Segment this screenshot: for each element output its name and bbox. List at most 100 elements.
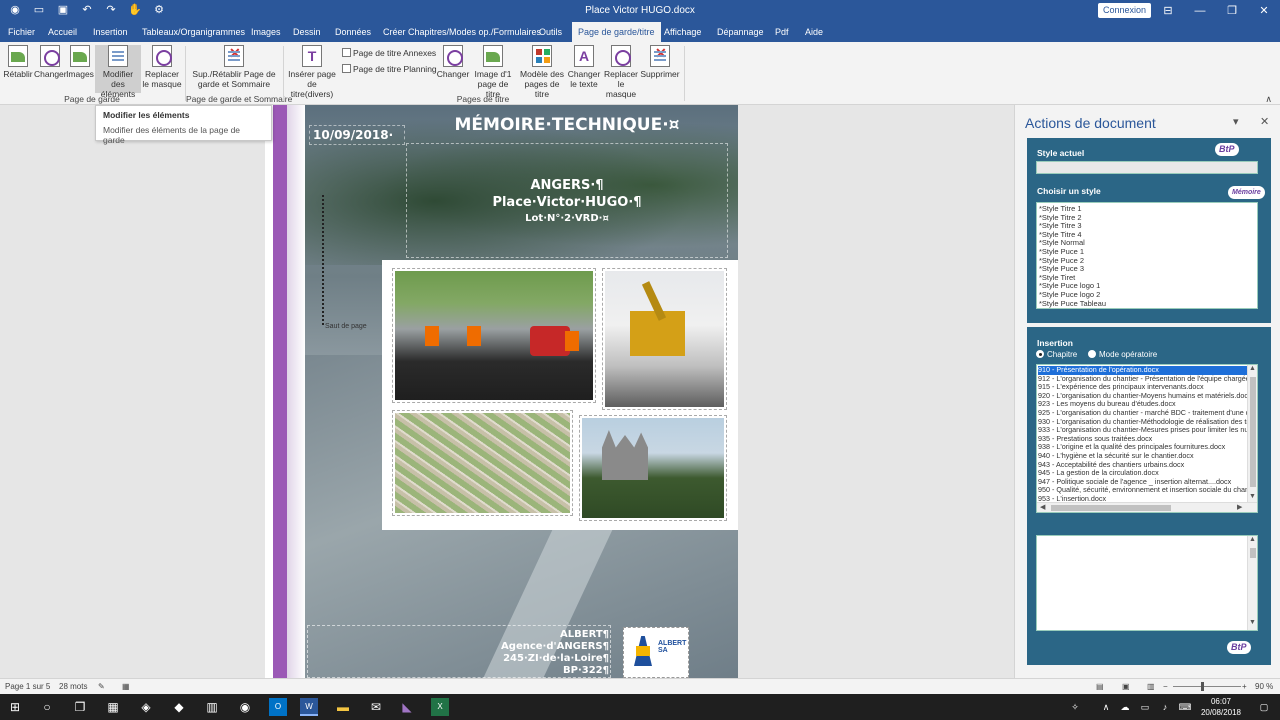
page-titre-planning-button[interactable]: Page de titre Planning [342,64,437,74]
company-address[interactable]: ALBERT¶ Agence·d'ANGERS¶ 245·ZI·de·la·Lo… [307,629,611,677]
macro-icon[interactable]: ▦ [122,682,130,691]
chapter-list-item[interactable]: 935 - Prestations sous traitées.docx [1038,435,1247,444]
style-list[interactable]: *Style Titre 1 *Style Titre 2 *Style Titre… [1036,202,1258,309]
scroll-left-icon[interactable]: ◀ [1040,503,1045,511]
chapter-list-item[interactable]: 930 - L'organisation du chantier-Méthodo… [1038,418,1247,427]
radio-mode-operatoire[interactable]: Mode opératoire [1088,350,1157,359]
collapse-ribbon-icon[interactable]: ∧ [1265,94,1272,105]
chapter-list-item[interactable]: 940 - L'hygiène et la sécurité sur le ch… [1038,452,1247,461]
tab-accueil[interactable]: Accueil [42,22,83,42]
cover-city-block[interactable]: ANGERS·¶ Place·Victor·HUGO·¶ [406,177,728,211]
cover-page[interactable]: 10/09/2018· MÉMOIRE·TECHNIQUE·¤ ANGERS·¶… [265,105,738,678]
images-button[interactable]: Images [66,45,94,79]
tab-depannage[interactable]: Dépannage [711,22,770,42]
chapter-list-item[interactable]: 947 - Politique sociale de l'agence _ in… [1038,478,1247,487]
zoom-level[interactable]: 90 % [1255,682,1273,691]
tab-pdf[interactable]: Pdf [769,22,795,42]
image-page-titre-button[interactable]: Image d'1 page de titre [472,45,514,99]
chapter-list-item[interactable]: 943 - Acceptabilité des chantiers urbain… [1038,461,1247,470]
preview-textarea[interactable]: ▲ ▼ [1036,535,1258,631]
zoom-handle[interactable] [1201,682,1204,691]
photo-excavator[interactable] [602,268,727,410]
chapter-list-item[interactable]: 915 - L'expérience des principaux interv… [1038,383,1247,392]
read-mode-icon[interactable]: ▤ [1096,682,1104,691]
keyboard-icon[interactable]: ⌨ [1176,698,1194,716]
pane-close-icon[interactable]: ✕ [1260,115,1269,128]
print-layout-icon[interactable]: ▣ [1122,682,1130,691]
zoom-in-icon[interactable]: + [1242,682,1247,691]
document-area[interactable]: 10/09/2018· MÉMOIRE·TECHNIQUE·¤ ANGERS·¶… [0,105,1014,678]
chapter-list[interactable]: 910 - Présentation de l'opération.docx 91… [1036,364,1258,513]
page-titre-annexes-button[interactable]: Page de titre Annexes [342,48,436,58]
ribbon-options-icon[interactable]: ⊟ [1152,0,1184,22]
tab-dessin[interactable]: Dessin [287,22,327,42]
system-clock[interactable]: 06:07 20/08/2018 [1196,696,1246,718]
chapter-list-item[interactable]: 938 - L'origine et la qualité des princi… [1038,443,1247,452]
outlook-icon[interactable]: O [269,698,287,716]
chapter-list-item[interactable]: 912 - L'organisation du chantier - Prése… [1038,375,1247,384]
zoom-out-icon[interactable]: − [1163,682,1168,691]
tab-creer-chapitres[interactable]: Créer Chapitres/Modes op./Formulaires [377,22,547,42]
excel-icon[interactable]: X [431,698,449,716]
modifier-elements-button[interactable]: Modifier des éléments [95,45,141,99]
supprimer-button[interactable]: Supprimer [640,45,680,79]
word-count[interactable]: 28 mots [59,682,87,691]
chevron-up-icon[interactable]: ∧ [1097,698,1115,716]
photo-paving[interactable] [392,268,596,403]
chapter-list-item[interactable]: 945 - La gestion de la circulation.docx [1038,469,1247,478]
restore-button[interactable]: ❐ [1216,0,1248,22]
scroll-right-icon[interactable]: ▶ [1237,503,1242,511]
explorer-icon[interactable]: ▬ [334,698,352,716]
tab-fichier[interactable]: Fichier [2,22,41,42]
changer-button[interactable]: Changer [34,45,67,79]
cover-title[interactable]: MÉMOIRE·TECHNIQUE·¤ [407,115,727,135]
preview-vscroll[interactable]: ▲ ▼ [1247,536,1257,630]
tab-insertion[interactable]: Insertion [87,22,134,42]
word-icon[interactable]: W [300,698,318,716]
tab-page-de-garde[interactable]: Page de garde/titre [572,22,661,42]
retablir-button[interactable]: Rétablir [3,45,33,79]
search-icon[interactable]: ○ [38,698,56,716]
chapter-list-vscroll[interactable]: ▲ ▼ [1247,365,1257,504]
notifications-icon[interactable]: ▢ [1255,698,1273,716]
visual-studio-icon[interactable]: ◣ [398,698,416,716]
calculator-icon[interactable]: ▦ [104,698,122,716]
style-actuel-field[interactable] [1036,161,1258,174]
people-icon[interactable]: ✧ [1066,698,1084,716]
tab-images[interactable]: Images [245,22,287,42]
app-icon[interactable]: ◈ [137,698,155,716]
minimize-button[interactable]: — [1184,0,1216,22]
chapter-list-item[interactable]: 950 - Qualité, sécurité, environnement e… [1038,486,1247,495]
sup-retablir-button[interactable]: Sup./Rétablir Page de garde et Sommaire [190,45,278,89]
chapter-list-item[interactable]: 925 - L'organisation du chantier - march… [1038,409,1247,418]
mail-icon[interactable]: ✉ [367,698,385,716]
replacer-masque-titre-button[interactable]: Replacer le masque [602,45,640,99]
cover-date[interactable]: 10/09/2018· [309,125,405,145]
cloud-icon[interactable]: ☁ [1116,698,1134,716]
chapter-list-item[interactable]: 920 - L'organisation du chantier-Moyens … [1038,392,1247,401]
page-count[interactable]: Page 1 sur 5 [5,682,50,691]
radio-chapitre[interactable]: Chapitre [1036,350,1077,359]
network-icon[interactable]: ▭ [1136,698,1154,716]
tab-tableaux[interactable]: Tableaux/Organigrammes [136,22,251,42]
chapter-list-hscroll[interactable]: ◀ ▶ [1037,502,1257,512]
task-view-icon[interactable]: ❐ [71,698,89,716]
cover-lot[interactable]: Lot·N°·2·VRD·¤ [406,213,728,224]
scroll-up-icon[interactable]: ▲ [1249,365,1256,372]
chrome-icon[interactable]: ◉ [236,698,254,716]
scroll-down-icon[interactable]: ▼ [1249,493,1256,500]
photo-castle[interactable] [579,415,727,521]
replacer-masque-button[interactable]: Replacer le masque [142,45,182,89]
changer-texte-button[interactable]: A Changer le texte [567,45,601,89]
company-logo[interactable]: ALBERT SA [623,627,689,678]
tab-aide[interactable]: Aide [799,22,829,42]
changer-titre-button[interactable]: Changer [436,45,470,79]
photo-aerial-map[interactable] [392,410,573,516]
connexion-button[interactable]: Connexion [1098,3,1151,18]
tab-outils[interactable]: Outils [533,22,568,42]
volume-icon[interactable]: ♪ [1156,698,1174,716]
web-layout-icon[interactable]: ▥ [1147,682,1155,691]
pane-dropdown-icon[interactable]: ▾ [1233,115,1239,128]
app-icon[interactable]: ▥ [203,698,221,716]
inserer-page-titre-button[interactable]: T Insérer page de titre(divers) [286,45,338,99]
